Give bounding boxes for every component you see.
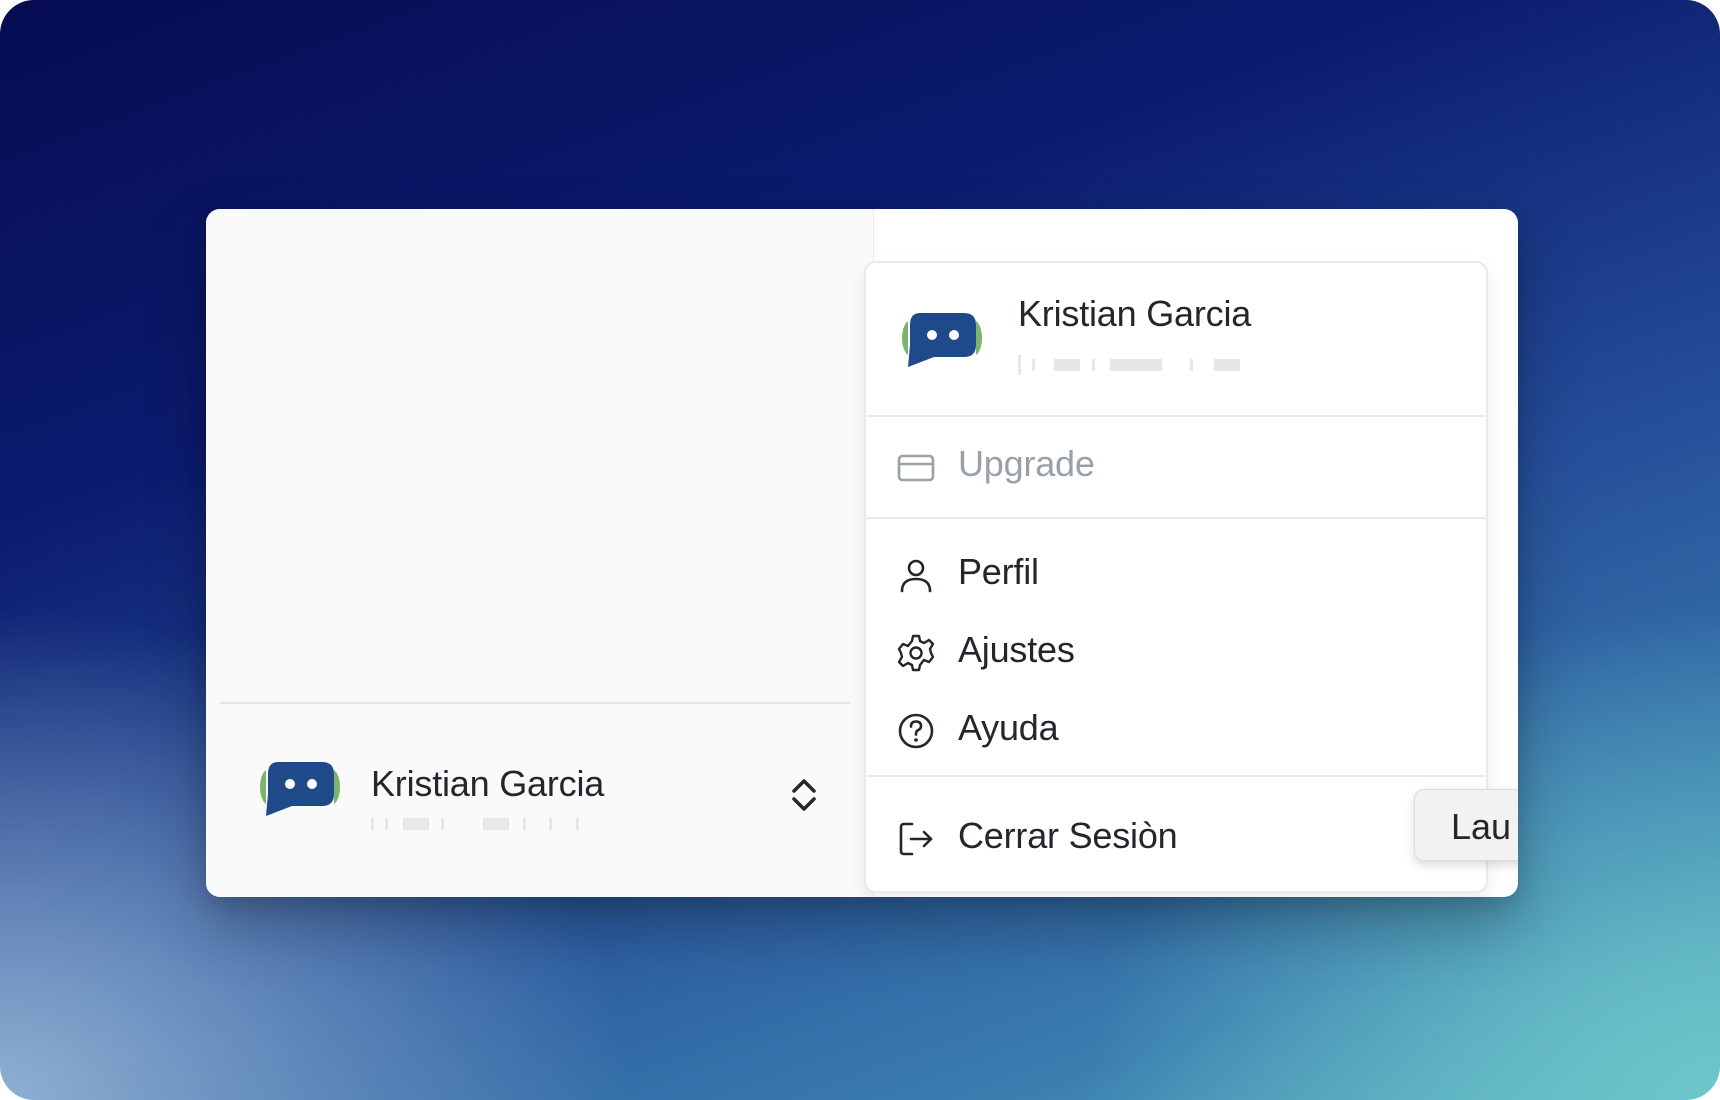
menu-account-name: Kristian Garcia bbox=[1018, 293, 1252, 334]
ajustes-menu-item[interactable]: Ajustes bbox=[866, 615, 1486, 687]
account-switcher-button[interactable]: Kristian Garcia bbox=[220, 729, 851, 849]
tooltip: Lau bbox=[1414, 789, 1518, 861]
menu-section-upgrade: Upgrade bbox=[866, 417, 1486, 519]
account-dropdown-menu: Kristian Garcia Upgrade Perfil Ajustes A… bbox=[864, 261, 1488, 893]
chat-bot-logo-icon bbox=[260, 762, 340, 816]
account-name: Kristian Garcia bbox=[371, 763, 605, 804]
chat-bot-logo-icon bbox=[902, 313, 982, 367]
sidebar-divider bbox=[220, 702, 851, 704]
logout-label: Cerrar Sesiòn bbox=[958, 815, 1178, 856]
sidebar: Kristian Garcia bbox=[206, 209, 874, 897]
help-circle-icon bbox=[898, 713, 934, 749]
perfil-label: Perfil bbox=[958, 551, 1039, 592]
logout-menu-item[interactable]: Cerrar Sesiòn bbox=[866, 801, 1486, 873]
ayuda-label: Ayuda bbox=[958, 707, 1059, 748]
upgrade-label: Upgrade bbox=[958, 443, 1095, 484]
gear-icon bbox=[897, 634, 935, 672]
credit-card-icon bbox=[897, 454, 935, 482]
redacted-email bbox=[1018, 353, 1248, 375]
user-icon bbox=[900, 559, 932, 593]
menu-account-header: Kristian Garcia bbox=[866, 263, 1486, 417]
upgrade-menu-item[interactable]: Upgrade bbox=[866, 429, 1486, 501]
ayuda-menu-item[interactable]: Ayuda bbox=[866, 693, 1486, 765]
tooltip-text: Lau bbox=[1451, 806, 1512, 847]
ajustes-label: Ajustes bbox=[958, 629, 1075, 670]
app-window: Kristian Garcia Kristian Garcia Upgrade … bbox=[206, 209, 1518, 897]
menu-section-main: Perfil Ajustes Ayuda bbox=[866, 519, 1486, 777]
chevron-up-down-icon bbox=[792, 779, 816, 811]
menu-section-logout: Cerrar Sesiòn bbox=[866, 777, 1486, 891]
perfil-menu-item[interactable]: Perfil bbox=[866, 537, 1486, 609]
redacted-email bbox=[371, 812, 601, 834]
desktop-background: Kristian Garcia Kristian Garcia Upgrade … bbox=[0, 0, 1720, 1100]
logout-icon bbox=[899, 822, 933, 856]
